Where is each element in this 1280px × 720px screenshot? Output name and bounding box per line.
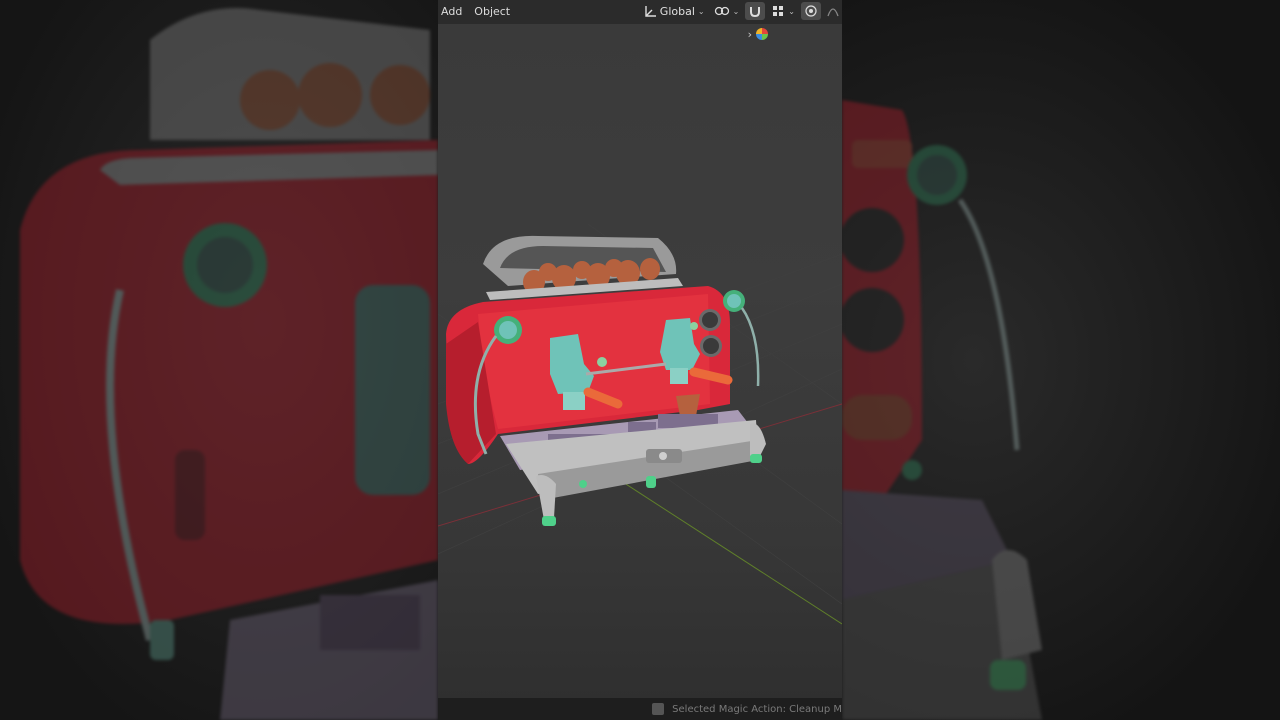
pivot-link-icon [714,6,729,16]
snap-target-dropdown[interactable]: ⌄ [768,2,798,20]
snap-magnet-icon [750,7,761,18]
chevron-down-icon: ⌄ [697,6,705,16]
transform-orientation-dropdown[interactable]: Global ⌄ [640,2,708,20]
viewport-header: Add Object Global ⌄ ⌄ ⌄ [438,0,842,24]
chevron-down-icon: ⌄ [788,6,795,16]
menu-add[interactable]: Add [438,0,468,24]
snap-grid-icon [773,6,784,16]
right-backdrop-illustration [842,100,1042,720]
snap-toggle[interactable] [745,2,766,20]
pivot-point-dropdown[interactable]: ⌄ [711,2,743,20]
3d-viewport[interactable]: Add Object Global ⌄ ⌄ ⌄ › Selected Magic… [438,0,842,720]
status-bar: Selected Magic Action: Cleanup M [438,698,842,720]
left-blurred-backdrop [0,0,438,720]
scene-canvas[interactable] [438,24,842,696]
transform-orientation-label: Global [659,4,695,18]
left-backdrop-illustration [20,8,438,720]
status-text: Selected Magic Action: Cleanup M [672,703,842,715]
menu-object[interactable]: Object [468,0,516,24]
chevron-down-icon: ⌄ [732,6,740,16]
y-axis-line [617,478,842,625]
transform-orientation-icon [645,6,656,17]
proportional-edit-icon [805,5,817,17]
espresso-machine-model[interactable] [446,235,766,526]
right-blurred-backdrop [842,0,1280,720]
mouse-icon [652,703,665,715]
header-tools: Global ⌄ ⌄ ⌄ [640,2,842,20]
proportional-edit-toggle[interactable] [801,2,821,20]
falloff-icon [827,8,839,17]
falloff-dropdown[interactable] [824,2,842,20]
